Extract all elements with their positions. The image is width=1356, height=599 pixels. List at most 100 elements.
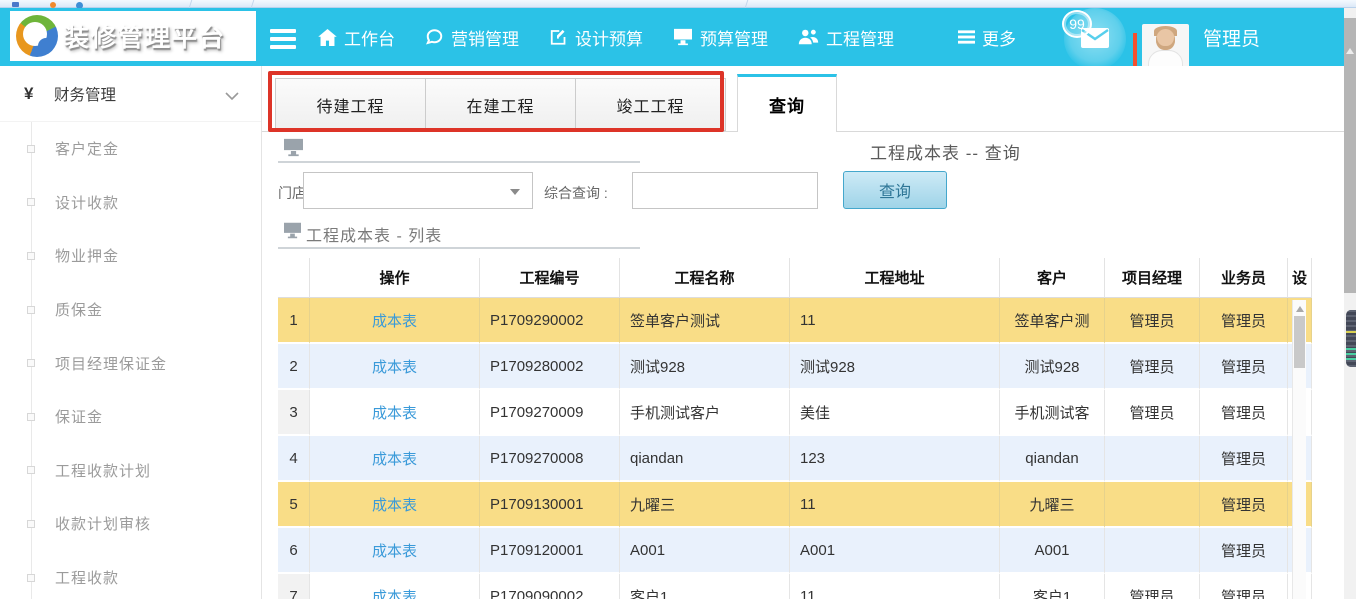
browser-tab-divider	[189, 0, 193, 8]
cost-sheet-link[interactable]: 成本表	[310, 298, 480, 344]
tab-pending-projects[interactable]: 待建工程	[275, 78, 426, 131]
cost-sheet-link[interactable]: 成本表	[310, 528, 480, 574]
query-panel-title: 工程成本表 -- 查询	[870, 139, 1021, 164]
tree-node-icon	[27, 413, 35, 421]
nav-label: 工作台	[344, 25, 395, 50]
cost-sheet-link[interactable]: 成本表	[310, 390, 480, 436]
messages-button[interactable]: 99	[1064, 8, 1126, 70]
store-select[interactable]	[303, 172, 533, 209]
tree-node-icon	[27, 306, 35, 314]
table-scrollbar-thumb[interactable]	[1294, 316, 1305, 368]
project-address: A001	[790, 528, 1000, 574]
sidebar-item[interactable]: 保证金	[0, 390, 261, 444]
sidebar-item[interactable]: 收款计划审核	[0, 497, 261, 551]
current-user-name[interactable]: 管理员	[1203, 8, 1260, 66]
sidebar-item-label: 保证金	[55, 406, 103, 427]
sidebar-item[interactable]: 工程收款	[0, 551, 261, 599]
row-index: 2	[278, 344, 310, 390]
sidebar-item-label: 工程收款	[55, 567, 119, 588]
project-manager: 管理员	[1105, 574, 1200, 599]
nav-item-design-budget[interactable]: 设计预算	[549, 25, 643, 50]
col-header-action: 操作	[310, 258, 480, 298]
scrollbar-minimap-marker	[1346, 310, 1356, 367]
project-address: 11	[790, 298, 1000, 344]
nav-item-workbench[interactable]: 工作台	[318, 25, 395, 50]
customer: 手机测试客	[1000, 390, 1105, 436]
sidebar-item[interactable]: 工程收款计划	[0, 444, 261, 498]
col-header-code: 工程编号	[480, 258, 620, 298]
chevron-down-icon	[225, 88, 239, 106]
project-code: P1709120001	[480, 528, 620, 574]
customer: 客户1	[1000, 574, 1105, 599]
table-scrollbar[interactable]	[1292, 300, 1306, 599]
row-index: 7	[278, 574, 310, 599]
project-manager: 管理员	[1105, 298, 1200, 344]
col-header-name: 工程名称	[620, 258, 790, 298]
row-index: 1	[278, 298, 310, 344]
search-input[interactable]	[632, 172, 818, 209]
sidebar-item[interactable]: 项目经理保证金	[0, 336, 261, 390]
customer: 签单客户测	[1000, 298, 1105, 344]
project-manager	[1105, 482, 1200, 528]
table-row: 6 成本表 P1709120001 A001 A001 A001 管理员	[278, 528, 1312, 574]
nav-item-marketing[interactable]: 营销管理	[425, 25, 519, 50]
page-scrollbar-thumb[interactable]	[1344, 18, 1356, 293]
main-content: 待建工程 在建工程 竣工工程 查询 工程成本表 -- 查询 门店: 综合查询 :…	[262, 66, 1356, 599]
avatar[interactable]	[1142, 24, 1189, 69]
edit-icon	[549, 28, 568, 46]
cost-sheet-link[interactable]: 成本表	[310, 436, 480, 482]
tab-ongoing-projects[interactable]: 在建工程	[425, 78, 576, 131]
salesperson: 管理员	[1200, 390, 1288, 436]
query-button[interactable]: 查询	[843, 171, 947, 209]
table-row: 5 成本表 P1709130001 九曜三 11 九曜三 管理员	[278, 482, 1312, 528]
scroll-up-icon[interactable]	[1296, 306, 1304, 312]
col-header-customer: 客户	[1000, 258, 1105, 298]
project-name: 九曜三	[620, 482, 790, 528]
nav-item-project-manage[interactable]: 工程管理	[798, 25, 894, 50]
project-name: 客户1	[620, 574, 790, 599]
app-logo[interactable]: 装修管理平台	[10, 11, 256, 61]
tab-query-active[interactable]: 查询	[737, 74, 837, 132]
sidebar-menu: 客户定金 设计收款 物业押金 质保金 项目经理保证金	[0, 122, 261, 599]
col-header-index	[278, 258, 310, 298]
project-code: P1709290002	[480, 298, 620, 344]
tree-node-icon	[27, 466, 35, 474]
project-manager: 管理员	[1105, 344, 1200, 390]
nav-label: 更多	[982, 25, 1016, 50]
tree-node-icon	[27, 145, 35, 153]
sidebar-toggle-icon[interactable]	[270, 29, 296, 51]
cost-sheet-link[interactable]: 成本表	[310, 482, 480, 528]
nav-label: 预算管理	[700, 25, 768, 50]
sidebar-item[interactable]: 物业押金	[0, 229, 261, 283]
logo-icon	[16, 15, 58, 57]
sidebar-group-finance[interactable]: ¥ 财务管理	[0, 66, 261, 122]
table-row: 1 成本表 P1709290002 签单客户测试 11 签单客户测 管理员 管理…	[278, 298, 1312, 344]
table-row: 4 成本表 P1709270008 qiandan 123 qiandan 管理…	[278, 436, 1312, 482]
cost-sheet-link[interactable]: 成本表	[310, 574, 480, 599]
col-header-manager: 项目经理	[1105, 258, 1200, 298]
tab-completed-projects[interactable]: 竣工工程	[575, 78, 726, 131]
nav-item-more[interactable]: 更多	[958, 25, 1016, 50]
sidebar-item-label: 客户定金	[55, 138, 119, 159]
cost-sheet-link[interactable]: 成本表	[310, 344, 480, 390]
project-code: P1709090002	[480, 574, 620, 599]
salesperson: 管理员	[1200, 298, 1288, 344]
sidebar-item[interactable]: 设计收款	[0, 176, 261, 230]
users-icon	[798, 28, 819, 46]
browser-tabs-remnant	[0, 0, 1356, 8]
menu-icon	[958, 30, 975, 44]
page-scrollbar[interactable]	[1344, 8, 1356, 599]
top-nav: 工作台 营销管理 设计预算 预算管理 工程管理	[318, 8, 1016, 66]
header-divider	[1133, 33, 1137, 67]
project-name: A001	[620, 528, 790, 574]
tab-strip: 待建工程 在建工程 竣工工程 查询	[262, 66, 1356, 132]
project-name: 手机测试客户	[620, 390, 790, 436]
sidebar-item[interactable]: 客户定金	[0, 122, 261, 176]
tree-node-icon	[27, 574, 35, 582]
browser-tab-divider	[251, 0, 255, 8]
tree-node-icon	[27, 252, 35, 260]
nav-item-budget-manage[interactable]: 预算管理	[673, 25, 768, 50]
sidebar-item[interactable]: 质保金	[0, 283, 261, 337]
customer: 测试928	[1000, 344, 1105, 390]
divider	[278, 161, 640, 163]
